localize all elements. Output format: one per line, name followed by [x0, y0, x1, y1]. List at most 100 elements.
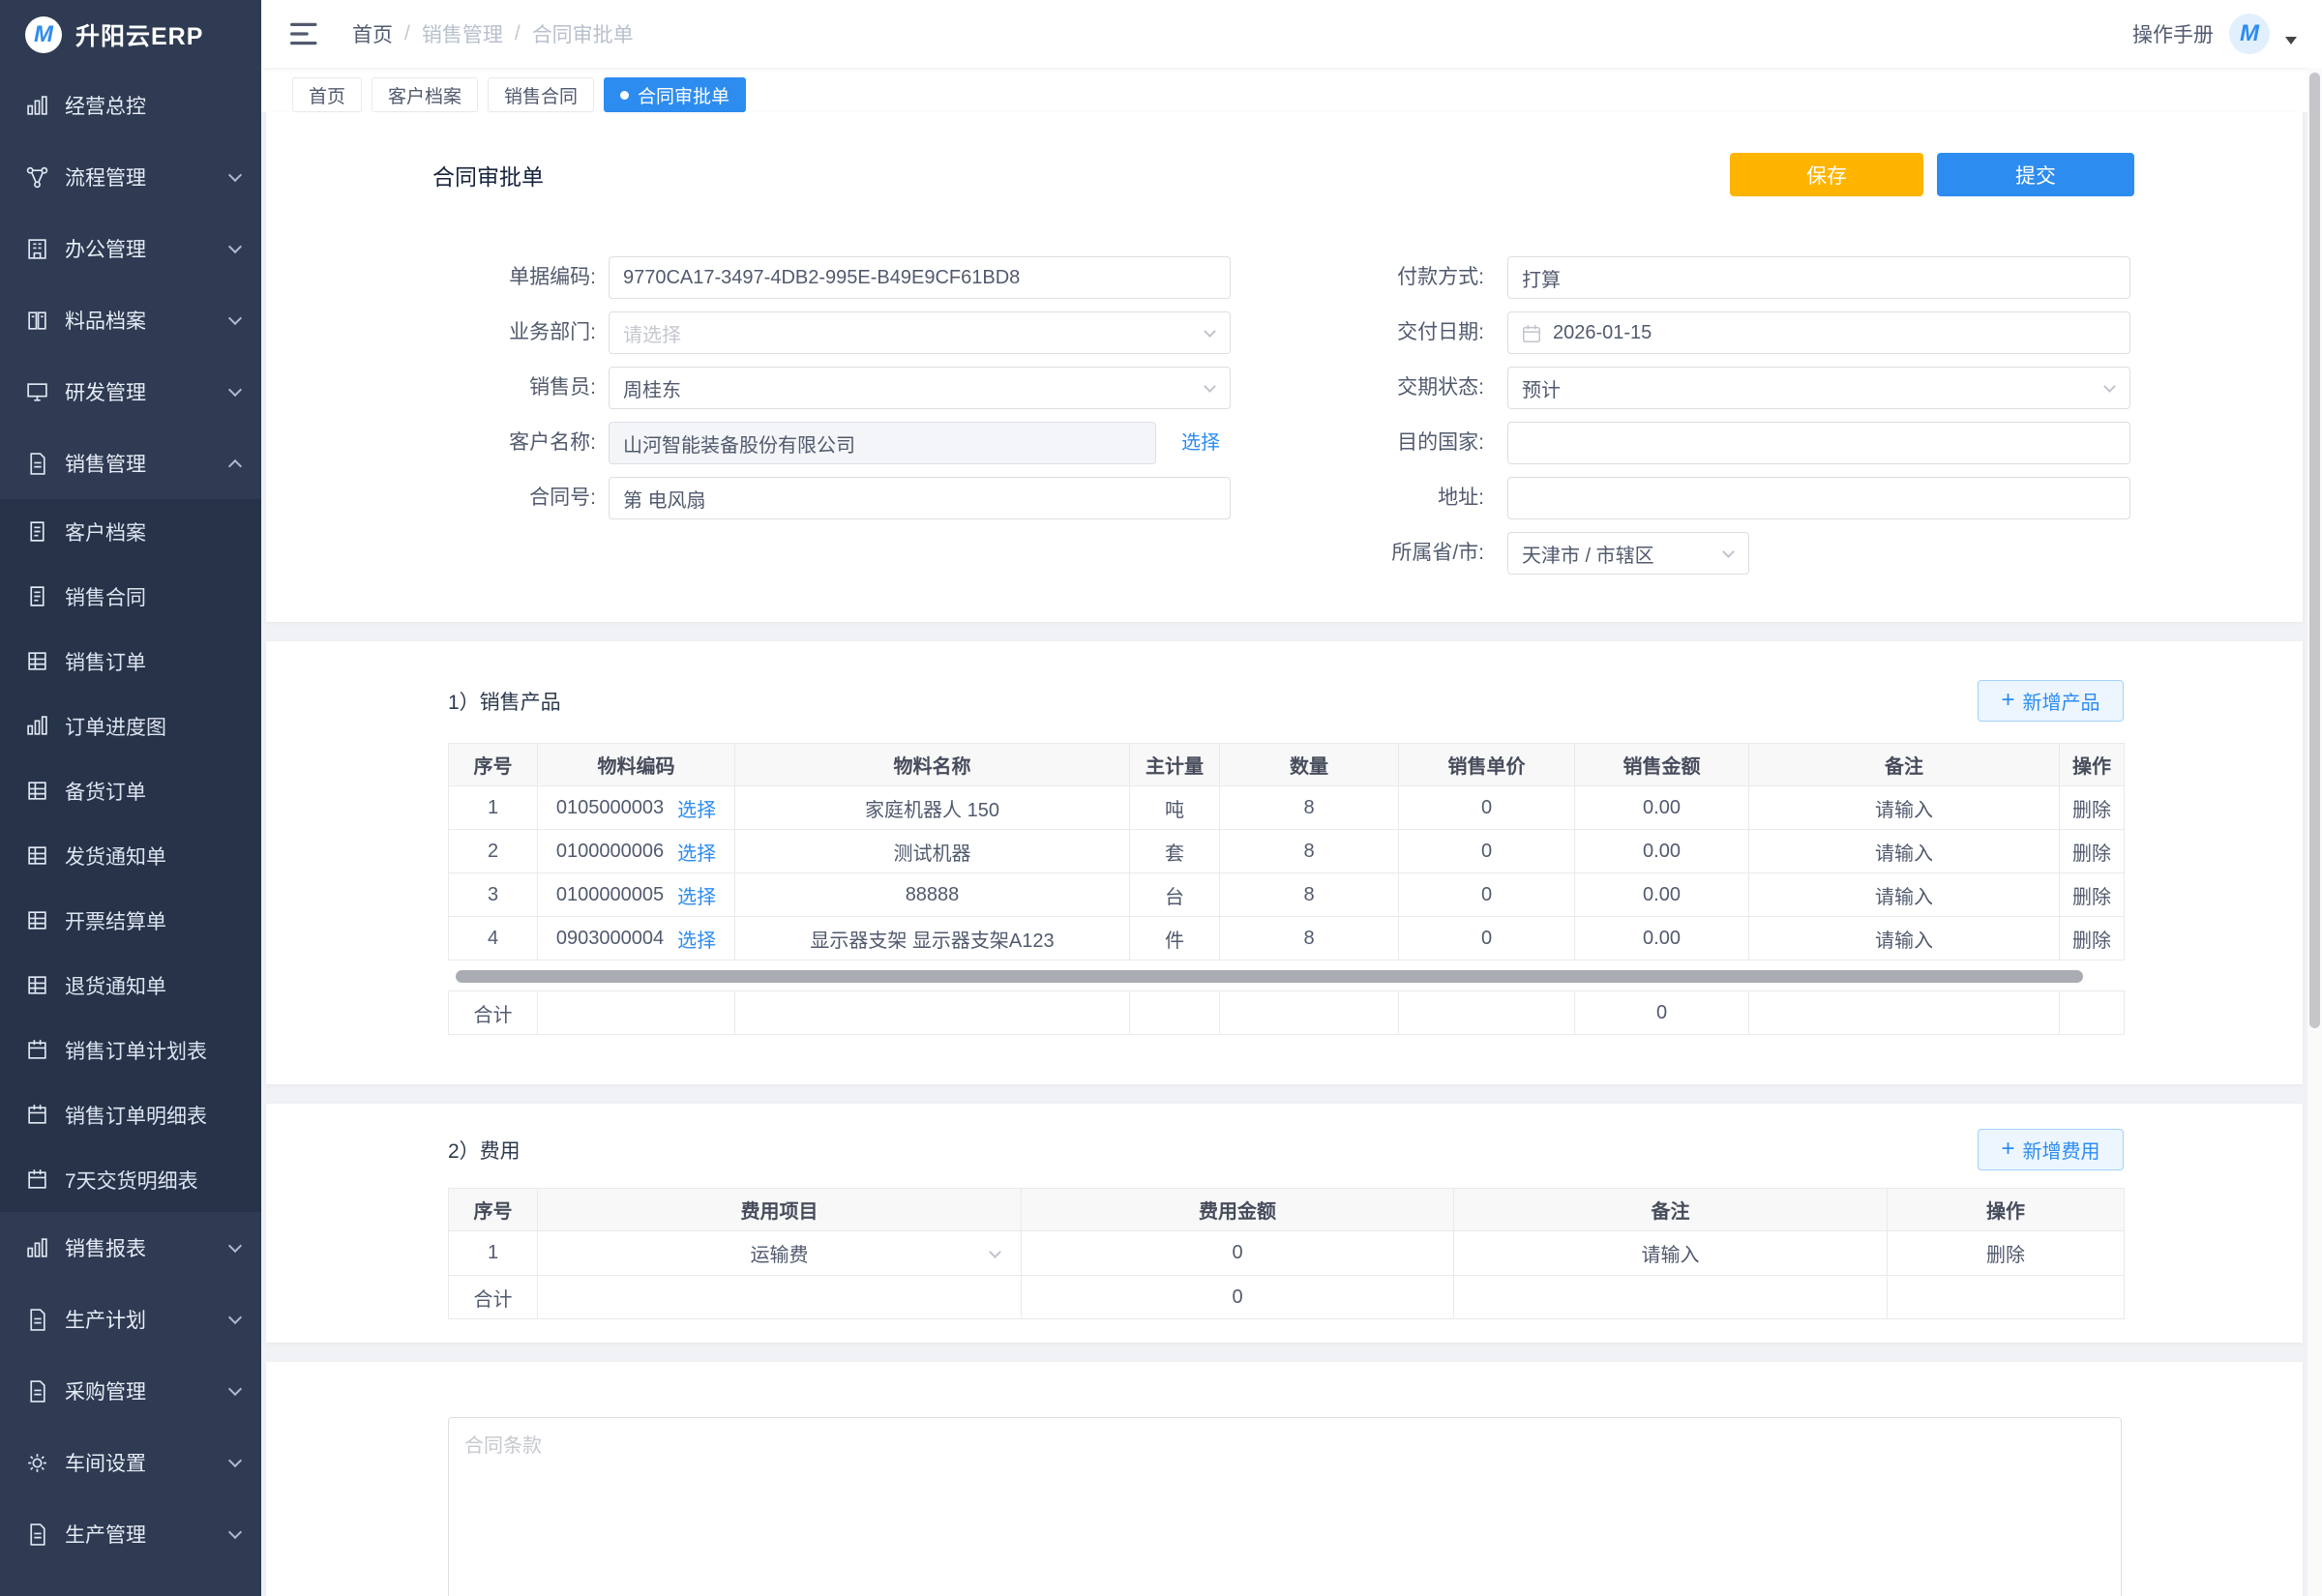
sidebar-item-customer-files[interactable]: 客户档案: [0, 499, 261, 564]
products-section-title: 1）销售产品: [448, 687, 561, 716]
unit-price[interactable]: 0: [1399, 917, 1575, 961]
user-dropdown-caret-icon[interactable]: [2285, 37, 2297, 44]
sidebar-item-stock-order[interactable]: 备货订单: [0, 758, 261, 823]
delete-row-link[interactable]: 删除: [2060, 830, 2125, 873]
material-name: 家庭机器人 150: [735, 786, 1130, 830]
sidebar-item-sales-contract[interactable]: 销售合同: [0, 564, 261, 629]
total-empty-cell: [1220, 991, 1399, 1035]
choose-material-link[interactable]: 选择: [677, 925, 716, 953]
breadcrumb-home[interactable]: 首页: [352, 19, 393, 48]
unit: 台: [1130, 873, 1220, 917]
tab-sales-contract[interactable]: 销售合同: [488, 77, 594, 112]
unit-price[interactable]: 0: [1399, 786, 1575, 830]
sidebar-item-production-mgmt[interactable]: 生产管理: [0, 1498, 261, 1570]
product-row: 2 0100000006选择 测试机器 套 8 0 0.00 请输入 删除: [449, 830, 2125, 873]
choose-material-link[interactable]: 选择: [677, 794, 716, 822]
remark-input[interactable]: 请输入: [1454, 1231, 1888, 1276]
sidebar-item-purchase-mgmt[interactable]: 采购管理: [0, 1355, 261, 1427]
province-select[interactable]: 天津市 / 市辖区: [1507, 532, 1749, 575]
chevron-down-icon: [2103, 380, 2116, 393]
fee-item-select[interactable]: 运输费: [544, 1231, 1015, 1275]
window-scrollbar-thumb[interactable]: [2309, 73, 2320, 1028]
sidebar-item-invoice-settlement[interactable]: 开票结算单: [0, 888, 261, 953]
amount: 0.00: [1575, 917, 1749, 961]
total-empty-cell: [1454, 1276, 1888, 1319]
contract-terms-textarea[interactable]: [448, 1417, 2122, 1596]
qty[interactable]: 8: [1220, 873, 1399, 917]
add-fee-button[interactable]: + 新增费用: [1978, 1129, 2124, 1170]
manual-link[interactable]: 操作手册: [2132, 19, 2214, 48]
products-total-row: 合计 0: [448, 990, 2125, 1035]
remark-input[interactable]: 请输入: [1749, 830, 2060, 873]
payment-input[interactable]: [1507, 256, 2130, 299]
sidebar-item-production-plan[interactable]: 生产计划: [0, 1284, 261, 1355]
sidebar-item-rnd-mgmt[interactable]: 研发管理: [0, 356, 261, 428]
sidebar-item-sales-mgmt[interactable]: 销售管理: [0, 428, 261, 499]
breadcrumb-current: 合同审批单: [532, 19, 634, 48]
table-icon: [25, 649, 49, 673]
sidebar-item-workshop-settings[interactable]: 车间设置: [0, 1427, 261, 1498]
col-amount: 销售金额: [1575, 744, 1749, 786]
delivery-date-picker[interactable]: 2026-01-15: [1507, 311, 2130, 354]
choose-material-link[interactable]: 选择: [677, 838, 716, 866]
dest-country-input[interactable]: [1507, 422, 2130, 464]
customer-input: [609, 422, 1156, 464]
sidebar-item-sales-order-detail[interactable]: 销售订单明细表: [0, 1082, 261, 1147]
delete-row-link[interactable]: 删除: [2060, 873, 2125, 917]
sidebar-item-return-notice[interactable]: 退货通知单: [0, 953, 261, 1018]
chevron-down-icon: [228, 310, 242, 324]
remark-input[interactable]: 请输入: [1749, 873, 2060, 917]
address-label: 地址:: [1137, 477, 1484, 519]
sidebar-item-material-files[interactable]: 料品档案: [0, 284, 261, 356]
menu-fold-icon[interactable]: [290, 21, 319, 46]
delivery-status-select[interactable]: 预计: [1507, 367, 2130, 409]
total-label: 合计: [449, 1276, 538, 1319]
file-icon: [25, 1522, 49, 1547]
window-scrollbar[interactable]: [2307, 68, 2322, 1596]
unit-price[interactable]: 0: [1399, 873, 1575, 917]
sidebar-item-office-mgmt[interactable]: 办公管理: [0, 213, 261, 284]
qty[interactable]: 8: [1220, 830, 1399, 873]
sidebar-item-label: 销售订单明细表: [65, 1101, 240, 1130]
total-label: 合计: [449, 991, 538, 1035]
avatar[interactable]: M: [2229, 14, 2270, 54]
unit-price[interactable]: 0: [1399, 830, 1575, 873]
save-button[interactable]: 保存: [1730, 153, 1923, 196]
sidebar-item-sales-order-plan[interactable]: 销售订单计划表: [0, 1018, 261, 1082]
tab-home[interactable]: 首页: [292, 77, 362, 112]
tab-contract-approval[interactable]: 合同审批单: [604, 77, 746, 112]
total-empty-cell: [1749, 991, 2060, 1035]
delivery-date-value: 2026-01-15: [1553, 322, 1652, 344]
address-input[interactable]: [1507, 477, 2130, 519]
qty[interactable]: 8: [1220, 786, 1399, 830]
submit-button[interactable]: 提交: [1937, 153, 2134, 196]
department-label: 业务部门:: [266, 311, 596, 354]
material-code-cell: 0105000003选择: [538, 786, 735, 830]
remark-input[interactable]: 请输入: [1749, 917, 2060, 961]
tab-customer-files[interactable]: 客户档案: [372, 77, 478, 112]
fee-amount[interactable]: 0: [1022, 1231, 1454, 1276]
sidebar-item-seven-day-delivery[interactable]: 7天交货明细表: [0, 1147, 261, 1212]
scrollbar-thumb[interactable]: [456, 970, 2083, 983]
sidebar-item-sales-report[interactable]: 销售报表: [0, 1212, 261, 1284]
delete-row-link[interactable]: 删除: [2060, 917, 2125, 961]
sidebar-item-order-progress[interactable]: 订单进度图: [0, 694, 261, 758]
monitor-icon: [25, 380, 49, 404]
choose-material-link[interactable]: 选择: [677, 881, 716, 909]
sidebar-item-business-overview[interactable]: 经营总控: [0, 70, 261, 141]
table-horizontal-scrollbar[interactable]: [448, 970, 2124, 983]
breadcrumb-sales-mgmt[interactable]: 销售管理: [422, 19, 503, 48]
delete-row-link[interactable]: 删除: [2060, 786, 2125, 830]
add-product-button[interactable]: + 新增产品: [1978, 680, 2124, 722]
sidebar-item-sales-order[interactable]: 销售订单: [0, 629, 261, 694]
col-action: 操作: [1888, 1189, 2125, 1231]
col-unit: 主计量: [1130, 744, 1220, 786]
sidebar-item-process-mgmt[interactable]: 流程管理: [0, 141, 261, 213]
flow-icon: [25, 165, 49, 190]
remark-input[interactable]: 请输入: [1749, 786, 2060, 830]
chevron-down-icon: [228, 167, 242, 181]
sidebar-item-delivery-notice[interactable]: 发货通知单: [0, 823, 261, 888]
delete-row-link[interactable]: 删除: [1888, 1231, 2125, 1276]
qty[interactable]: 8: [1220, 917, 1399, 961]
contract-form: 单据编码: 付款方式: 业务部门: 请选择 交付日期: 2026-01-15 销…: [266, 256, 2303, 587]
